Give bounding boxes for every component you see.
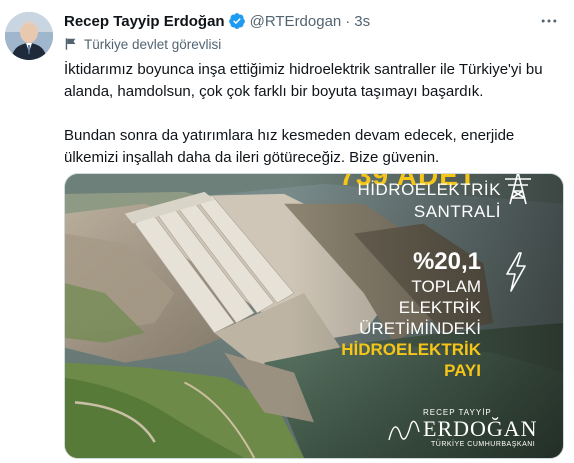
account-label[interactable]: Türkiye devlet görevlisi — [64, 35, 221, 53]
signature-title: TÜRKİYE CUMHURBAŞKANI — [431, 441, 536, 448]
share-line-1: TOPLAM — [411, 277, 481, 296]
tweet-paragraph-1: İktidarımız boyunca inşa ettiğimiz hidro… — [64, 61, 543, 100]
more-horizontal-icon[interactable] — [536, 8, 562, 34]
tweet-body: İktidarımız boyunca inşa ettiğimiz hidro… — [64, 59, 564, 169]
tweet-paragraph-2: Bundan sonra da yatırımlara hız kesmeden… — [64, 127, 515, 166]
tweet-header: Recep Tayyip Erdoğan @RTErdogan · 3s — [64, 10, 564, 32]
share-line-3: ÜRETİMİNDEKİ — [359, 319, 481, 338]
account-label-text: Türkiye devlet görevlisi — [84, 36, 222, 52]
signature-last-name: ERDOĞAN — [423, 416, 538, 441]
share-percent: %20,1 — [412, 248, 481, 275]
power-tower-icon — [505, 174, 531, 205]
author-handle[interactable]: @RTErdogan — [250, 13, 342, 30]
author-name[interactable]: Recep Tayyip Erdoğan — [64, 13, 225, 30]
verified-badge-icon — [228, 12, 246, 30]
tweet-timestamp[interactable]: 3s — [354, 13, 370, 30]
share-line-5: PAYI — [444, 361, 481, 380]
header-separator: · — [345, 12, 351, 30]
government-flag-icon — [65, 38, 76, 50]
tweet-media-image[interactable]: 739 ADET HİDROELEKTRİK SANTRALİ %20,1 TO… — [64, 173, 564, 459]
signature-scribble-icon — [388, 420, 420, 441]
author-avatar[interactable] — [5, 12, 53, 60]
share-line-4: HİDROELEKTRİK — [341, 340, 481, 359]
hydro-label: HİDROELEKTRİK — [357, 180, 501, 199]
share-line-2: ELEKTRİK — [398, 298, 481, 317]
signature-logo: RECEP TAYYİP ERDOĞAN TÜRKİYE CUMHURBAŞKA… — [385, 406, 555, 452]
santrali-label: SANTRALİ — [413, 202, 501, 221]
lightning-bolt-icon — [506, 252, 526, 292]
